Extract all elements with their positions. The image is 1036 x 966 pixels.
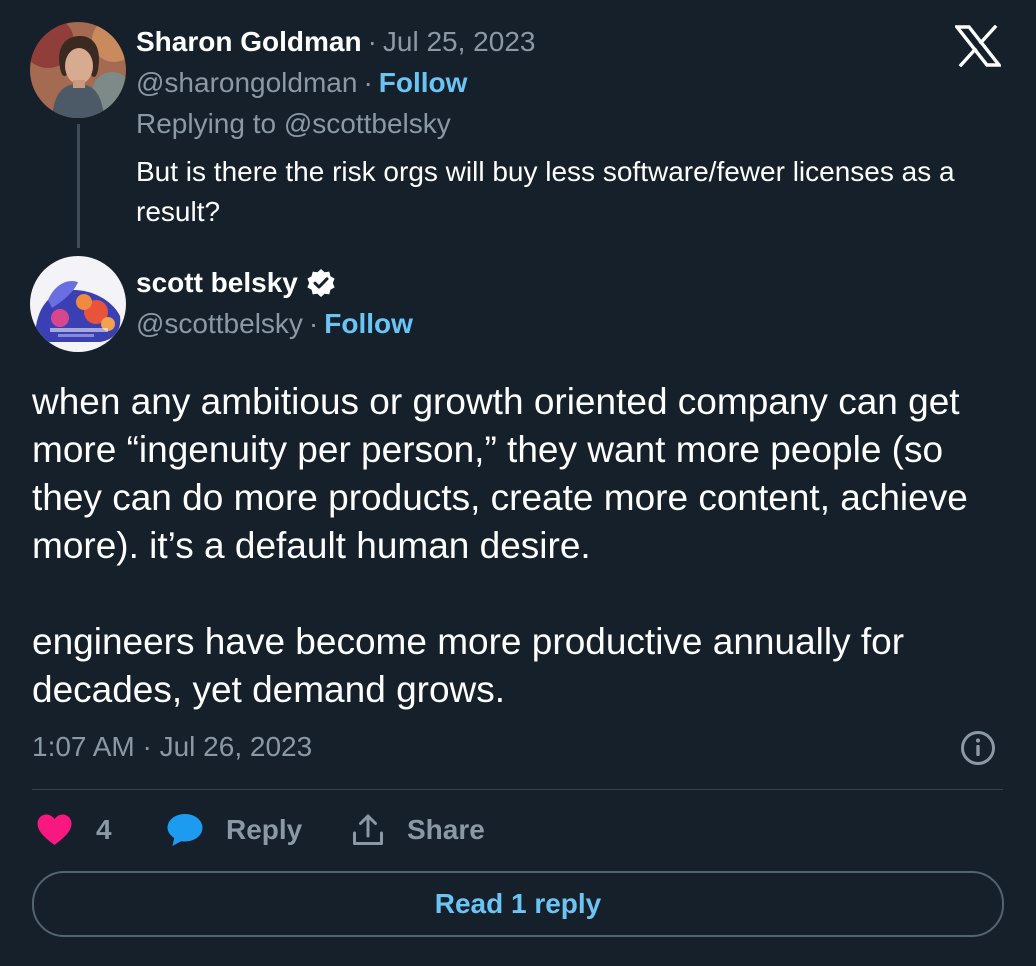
main-handle-row: @scottbelsky · Follow — [136, 307, 413, 341]
parent-tweet-header: Sharon Goldman · Jul 25, 2023 — [136, 25, 535, 59]
main-tweet-header: scott belsky — [136, 266, 336, 300]
follow-scott-button[interactable]: Follow — [324, 308, 413, 339]
x-logo-icon[interactable] — [953, 24, 1003, 68]
heart-icon — [36, 813, 73, 847]
tweet-timestamp[interactable]: 1:07 AM · Jul 26, 2023 — [32, 729, 312, 765]
parent-tweet-text: But is there the risk orgs will buy less… — [136, 156, 955, 227]
read-replies-button[interactable]: Read 1 reply — [32, 871, 1004, 937]
parent-author-handle[interactable]: @sharongoldman — [136, 67, 357, 98]
parent-tweet-date[interactable]: Jul 25, 2023 — [383, 26, 536, 57]
share-upload-icon — [351, 813, 385, 847]
info-icon[interactable] — [960, 730, 996, 766]
follow-sharon-button[interactable]: Follow — [379, 67, 468, 98]
scott-belsky-avatar[interactable] — [30, 256, 126, 352]
actions-divider — [32, 789, 1003, 790]
thread-connector-line — [77, 124, 80, 248]
share-label: Share — [407, 814, 485, 845]
main-handle-separator: · — [308, 308, 319, 339]
parent-author-name[interactable]: Sharon Goldman — [136, 26, 362, 57]
main-author-name[interactable]: scott belsky — [136, 266, 298, 300]
main-tweet-text: when any ambitious or growth oriented co… — [32, 381, 968, 710]
speech-bubble-icon — [166, 812, 204, 848]
parent-handle-row: @sharongoldman · Follow — [136, 66, 467, 100]
reply-label: Reply — [226, 814, 303, 845]
like-count: 4 — [96, 814, 112, 845]
parent-handle-separator: · — [363, 67, 373, 98]
parent-header-separator: · — [367, 26, 377, 57]
replying-to-label[interactable]: Replying to @scottbelsky — [136, 107, 451, 141]
main-author-handle[interactable]: @scottbelsky — [136, 308, 303, 339]
share-button[interactable]: Share — [351, 810, 485, 850]
reply-button[interactable]: Reply — [166, 810, 302, 850]
tweet-embed-card: Sharon Goldman · Jul 25, 2023 @sharongoldm… — [0, 0, 1036, 966]
sharon-goldman-avatar[interactable] — [30, 22, 126, 118]
verified-badge-icon — [306, 268, 336, 298]
like-button[interactable]: 4 — [36, 810, 112, 850]
